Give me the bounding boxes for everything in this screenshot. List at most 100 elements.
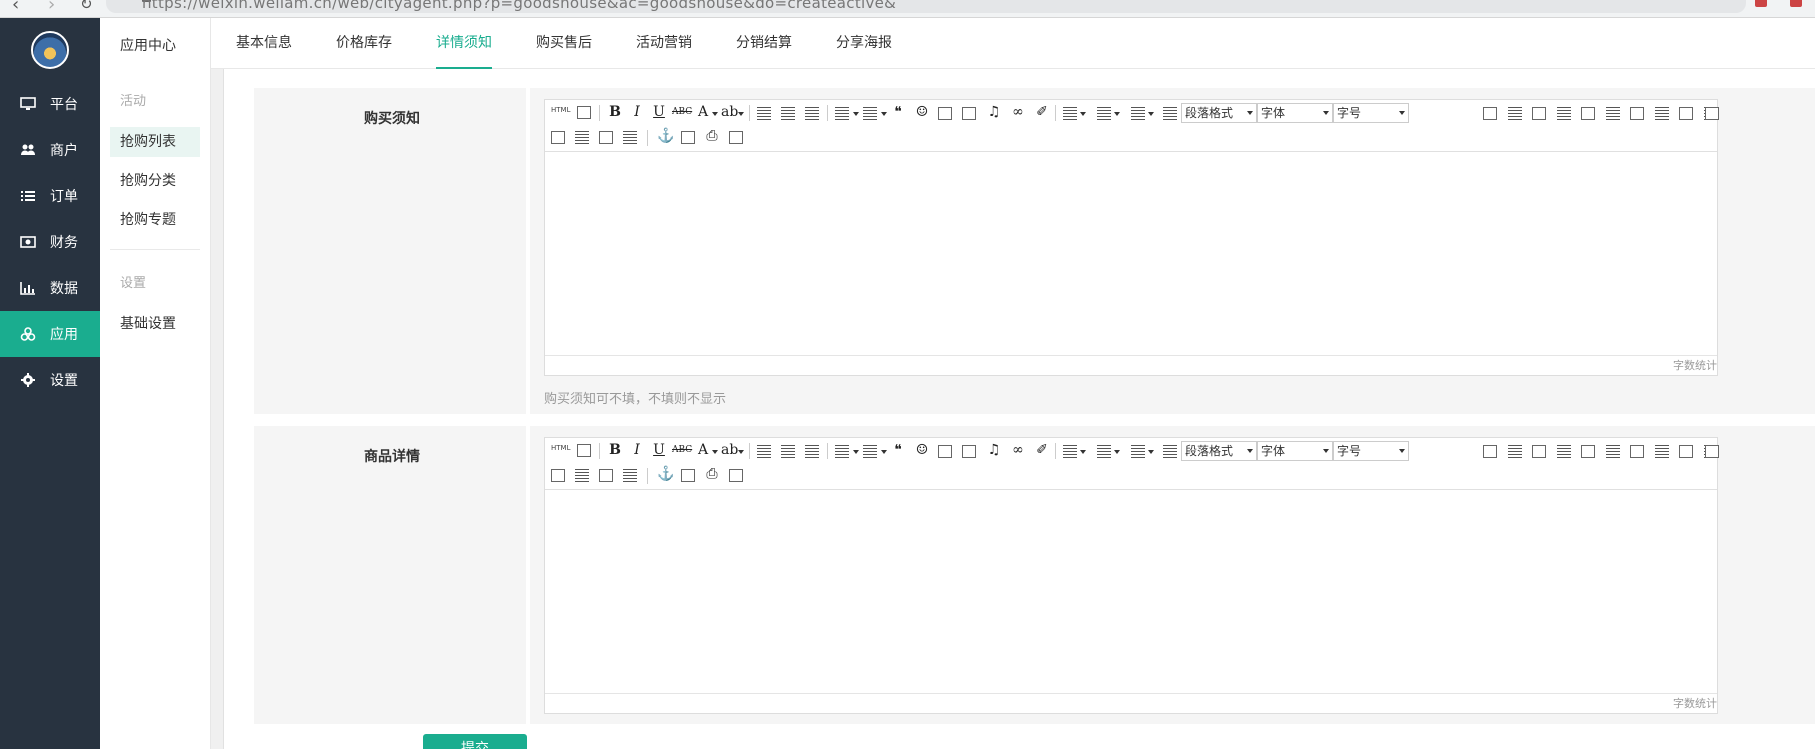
tab-basic-info[interactable]: 基本信息 — [236, 18, 292, 69]
html-source-icon[interactable]: HTML — [551, 106, 571, 119]
strikethrough-icon[interactable]: ABC — [672, 444, 692, 457]
unordered-list-dropdown-icon[interactable] — [881, 450, 887, 454]
blockquote-icon[interactable]: ❝ — [890, 443, 906, 457]
unordered-list-icon[interactable] — [863, 107, 877, 120]
preview-icon[interactable] — [577, 444, 591, 457]
align-center-icon[interactable] — [781, 445, 795, 458]
ordered-list-dropdown-icon[interactable] — [853, 112, 859, 116]
table-props-icon[interactable] — [623, 131, 637, 144]
image-icon[interactable] — [938, 445, 952, 458]
align-right-icon[interactable] — [805, 445, 819, 458]
video-icon[interactable] — [962, 445, 976, 458]
delete-col-icon[interactable] — [1630, 445, 1644, 458]
highlight-dropdown-icon[interactable] — [738, 450, 744, 454]
row-spacing-dropdown-icon[interactable] — [1148, 450, 1154, 454]
tab-detail-notice[interactable]: 详情须知 — [436, 18, 492, 69]
font-family-select[interactable]: 字体 — [1257, 441, 1333, 461]
merge-cells-icon[interactable] — [1654, 107, 1669, 120]
indent-icon[interactable] — [1063, 107, 1077, 120]
indent-dropdown-icon[interactable] — [1080, 112, 1086, 116]
underline-icon[interactable]: U — [651, 443, 667, 457]
delete-col-icon[interactable] — [1630, 107, 1644, 120]
anchor-icon[interactable]: ⚓ — [657, 129, 674, 143]
detail-editor-area[interactable] — [545, 491, 1717, 693]
delete-row-icon[interactable] — [1581, 107, 1595, 120]
row-spacing-dropdown-icon[interactable] — [1148, 112, 1154, 116]
url-field[interactable]: https://weixin.weliam.cn/web/cityagent.p… — [106, 0, 1746, 13]
eraser-icon[interactable]: ✐ — [1034, 443, 1050, 457]
paragraph-icon[interactable] — [1163, 107, 1177, 120]
font-size-select[interactable]: 字号 — [1333, 103, 1409, 123]
line-height-dropdown-icon[interactable] — [1114, 450, 1120, 454]
line-height-dropdown-icon[interactable] — [1114, 112, 1120, 116]
insert-paragraph-before-icon[interactable] — [1532, 107, 1546, 120]
line-height-icon[interactable] — [1097, 107, 1111, 120]
anchor-icon[interactable]: ⚓ — [657, 467, 674, 481]
tab-marketing[interactable]: 活动营销 — [636, 18, 692, 69]
split-cells-icon[interactable] — [551, 469, 565, 482]
insert-table-icon[interactable] — [1483, 107, 1497, 120]
align-left-icon[interactable] — [757, 107, 771, 120]
split-cells-icon[interactable] — [551, 131, 565, 144]
insert-col-icon[interactable] — [1605, 107, 1620, 120]
indent-dropdown-icon[interactable] — [1080, 450, 1086, 454]
insert-paragraph-before-icon[interactable] — [1532, 445, 1546, 458]
emoticon-icon[interactable]: ☺ — [914, 443, 930, 457]
font-color-icon[interactable]: A — [695, 443, 711, 457]
subnav-item-flash-list[interactable]: 抢购列表 — [110, 127, 200, 157]
row-spacing-icon[interactable] — [1131, 107, 1145, 120]
split-cols-icon[interactable] — [599, 469, 613, 482]
bold-icon[interactable]: B — [607, 105, 623, 119]
font-color-dropdown-icon[interactable] — [712, 112, 718, 116]
video-icon[interactable] — [962, 107, 976, 120]
unordered-list-dropdown-icon[interactable] — [881, 112, 887, 116]
sidebar-item-apps[interactable]: 应用 — [0, 311, 100, 357]
bold-icon[interactable]: B — [607, 443, 623, 457]
subnav-item-flash-topic[interactable]: 抢购专题 — [110, 205, 200, 235]
split-rows-icon[interactable] — [575, 469, 589, 482]
page-break-icon[interactable] — [681, 131, 695, 144]
delete-table-icon[interactable] — [1507, 445, 1522, 458]
paragraph-icon[interactable] — [1163, 445, 1177, 458]
page-break-icon[interactable] — [681, 469, 695, 482]
link-icon[interactable]: ∞ — [1010, 443, 1026, 457]
print-icon[interactable]: ⎙ — [704, 467, 720, 481]
align-right-icon[interactable] — [805, 107, 819, 120]
line-height-icon[interactable] — [1097, 445, 1111, 458]
insert-col-icon[interactable] — [1605, 445, 1620, 458]
insert-row-icon[interactable] — [1556, 107, 1571, 120]
insert-table-icon[interactable] — [1483, 445, 1497, 458]
logo[interactable] — [31, 31, 69, 69]
subnav-item-basic-settings[interactable]: 基础设置 — [110, 309, 200, 339]
font-color-icon[interactable]: A — [695, 105, 711, 119]
extension-icon[interactable] — [1790, 0, 1802, 7]
notice-editor-area[interactable] — [545, 153, 1717, 355]
row-spacing-icon[interactable] — [1131, 445, 1145, 458]
forward-icon[interactable]: › — [48, 0, 55, 15]
tab-purchase-aftersale[interactable]: 购买售后 — [536, 18, 592, 69]
submit-button[interactable]: 提交 — [423, 734, 527, 749]
emoticon-icon[interactable]: ☺ — [914, 105, 930, 119]
image-icon[interactable] — [938, 107, 952, 120]
sidebar-item-orders[interactable]: 订单 — [0, 173, 100, 219]
table-props-icon[interactable] — [623, 469, 637, 482]
fullscreen-icon[interactable] — [1705, 107, 1719, 120]
ordered-list-icon[interactable] — [835, 107, 849, 120]
print-icon[interactable]: ⎙ — [704, 129, 720, 143]
split-rows-icon[interactable] — [575, 131, 589, 144]
tab-share-poster[interactable]: 分享海报 — [836, 18, 892, 69]
sidebar-item-platform[interactable]: 平台 — [0, 81, 100, 127]
font-color-dropdown-icon[interactable] — [712, 450, 718, 454]
paragraph-format-select[interactable]: 段落格式 — [1181, 441, 1257, 461]
merge-right-icon[interactable] — [1679, 107, 1693, 120]
font-family-select[interactable]: 字体 — [1257, 103, 1333, 123]
preview-icon[interactable] — [577, 106, 591, 119]
font-size-select[interactable]: 字号 — [1333, 441, 1409, 461]
delete-table-icon[interactable] — [1507, 107, 1522, 120]
highlight-icon[interactable]: ab — [721, 443, 738, 457]
insert-row-icon[interactable] — [1556, 445, 1571, 458]
align-left-icon[interactable] — [757, 445, 771, 458]
split-cols-icon[interactable] — [599, 131, 613, 144]
align-center-icon[interactable] — [781, 107, 795, 120]
unordered-list-icon[interactable] — [863, 445, 877, 458]
